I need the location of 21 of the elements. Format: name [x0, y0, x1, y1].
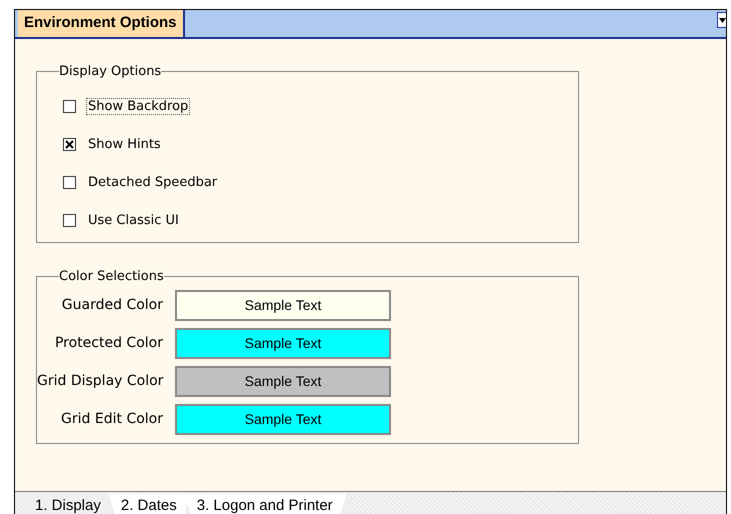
checkbox-label[interactable]: Detached Speedbar	[86, 174, 220, 190]
dropdown-icon[interactable]	[717, 12, 726, 28]
checkbox-label[interactable]: Show Hints	[86, 136, 163, 152]
color-swatch[interactable]: Sample Text	[175, 366, 391, 396]
color-swatch[interactable]: Sample Text	[175, 404, 391, 434]
checkbox[interactable]	[63, 214, 76, 226]
color-label: Guarded Color	[60, 297, 163, 313]
color-label: Protected Color	[54, 335, 163, 351]
color-swatch[interactable]: Sample Text	[175, 290, 391, 320]
window-title: Environment Options	[15, 10, 185, 37]
tab[interactable]: 3. Logon and Printer	[184, 494, 347, 514]
group-title: Display Options	[59, 64, 162, 79]
group-title: Color Selections	[59, 269, 164, 284]
color-label: Grid Display Color	[37, 373, 163, 389]
checkbox-label[interactable]: Use Classic UI	[86, 212, 181, 228]
color-swatch[interactable]: Sample Text	[175, 328, 391, 358]
checkbox[interactable]	[63, 176, 76, 188]
color-label: Grid Edit Color	[60, 411, 163, 427]
checkbox-label[interactable]: Show Backdrop	[86, 98, 190, 114]
checkbox[interactable]	[63, 100, 76, 112]
checkbox[interactable]	[63, 138, 76, 150]
